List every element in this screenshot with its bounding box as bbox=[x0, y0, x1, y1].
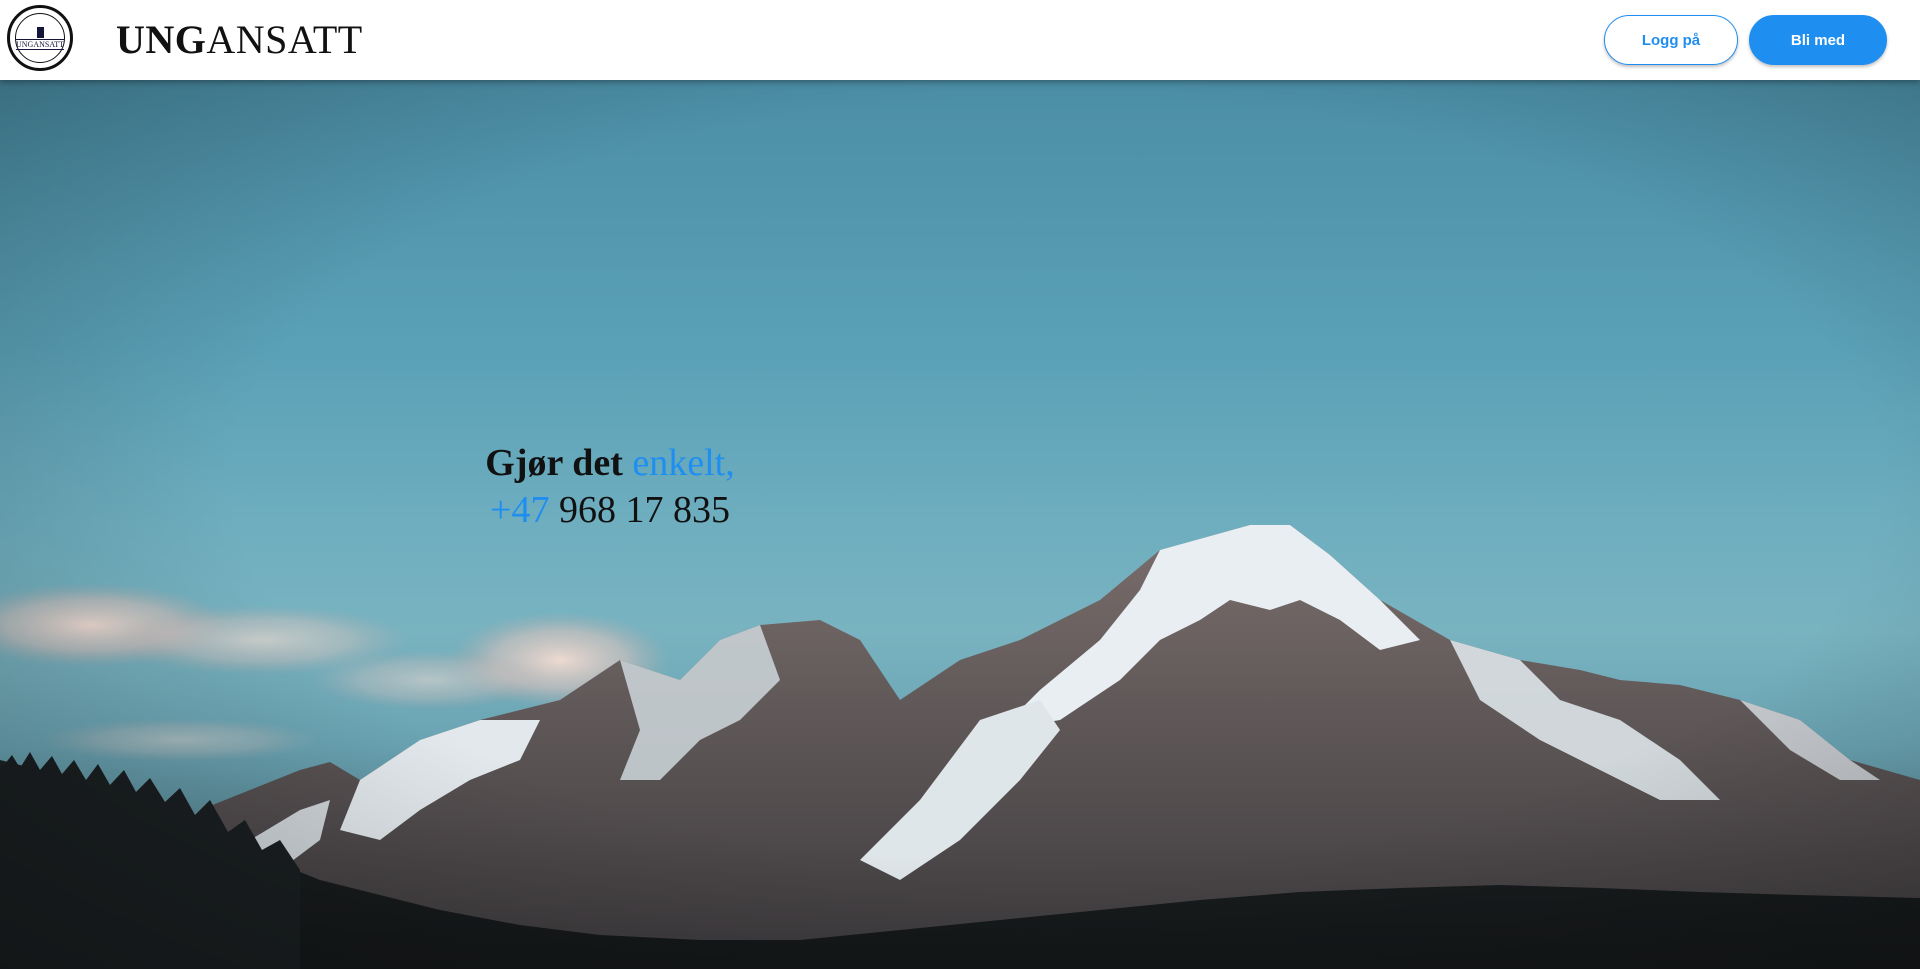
logo-emblem: UNGANSATT bbox=[15, 13, 65, 63]
phone-digits: 968 17 835 bbox=[549, 489, 730, 531]
logo-mark bbox=[36, 26, 44, 38]
logo-text: UNGANSATT bbox=[16, 38, 64, 50]
hero-mountain-image bbox=[0, 525, 1920, 969]
brand-name-bold: UNG bbox=[116, 17, 207, 62]
hero-headline: Gjør det enkelt, +47 968 17 835 bbox=[480, 440, 740, 534]
login-button[interactable]: Logg på bbox=[1604, 15, 1738, 65]
hero-section bbox=[0, 80, 1920, 969]
phone-number[interactable]: +47 968 17 835 bbox=[480, 487, 740, 534]
brand-name[interactable]: UNGANSATT bbox=[116, 18, 363, 62]
phone-country-code: +47 bbox=[490, 489, 550, 531]
brand-logo[interactable]: UNGANSATT bbox=[7, 5, 73, 71]
headline-plain: Gjør det bbox=[485, 442, 633, 484]
join-button[interactable]: Bli med bbox=[1749, 15, 1887, 65]
top-navbar: UNGANSATT UNGANSATT Logg på Bli med bbox=[0, 0, 1920, 80]
brand-name-rest: ANSATT bbox=[206, 17, 363, 62]
headline-accent: enkelt, bbox=[632, 442, 735, 484]
headline-line-1: Gjør det enkelt, bbox=[480, 440, 740, 487]
